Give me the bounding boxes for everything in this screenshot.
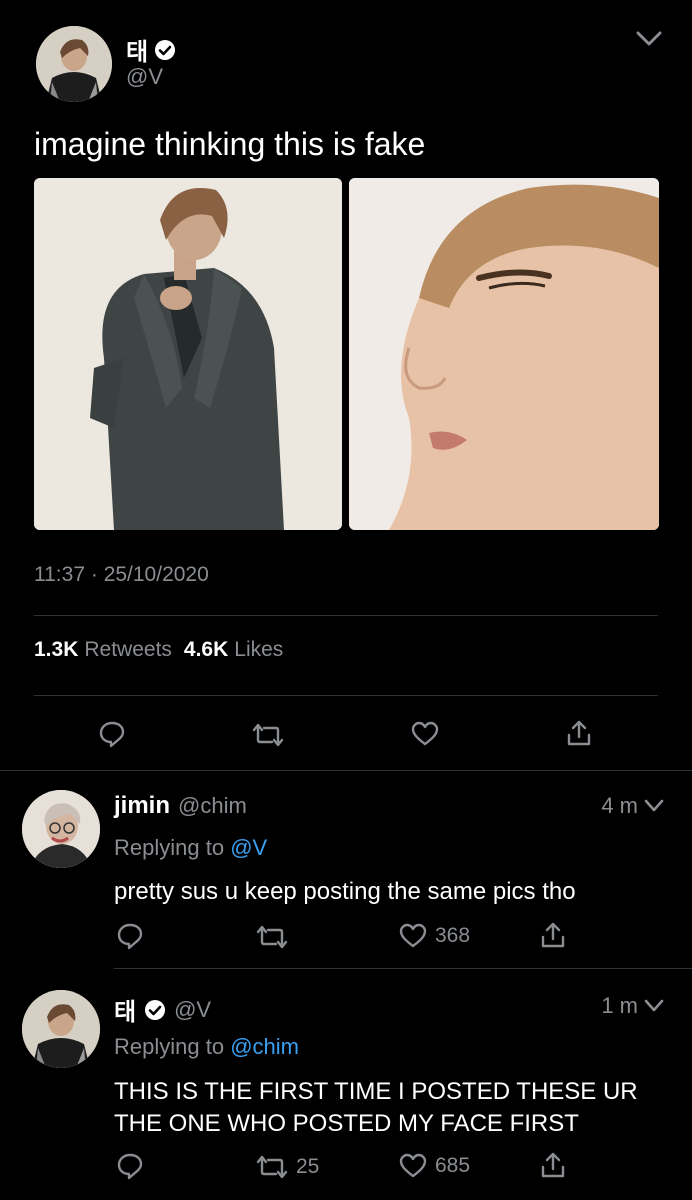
heart-icon (399, 1153, 427, 1178)
reply-avatar[interactable] (22, 790, 100, 868)
like-button[interactable]: 368 (399, 923, 470, 949)
share-button[interactable] (566, 719, 592, 747)
reply-text: pretty sus u keep posting the same pics … (114, 878, 576, 905)
share-icon (541, 1152, 565, 1178)
timestamp-separator: · (90, 563, 98, 586)
like-count: 685 (435, 1154, 471, 1177)
heart-icon (399, 923, 427, 948)
author-handle[interactable]: @V (126, 64, 163, 90)
verified-badge-icon (144, 999, 166, 1021)
retweets-label: Retweets (84, 638, 172, 661)
replying-prefix: Replying to (114, 835, 225, 860)
reply-button[interactable] (116, 1152, 144, 1180)
reply-text-line: THIS IS THE FIRST TIME I POSTED THESE UR (114, 1078, 638, 1105)
heart-icon (411, 721, 439, 746)
likes-label: Likes (234, 638, 284, 661)
retweets-count: 1.3K (34, 638, 79, 661)
divider (0, 770, 692, 771)
replying-to-link[interactable]: @V (230, 835, 267, 860)
likes-stat[interactable]: 4.6K Likes (184, 638, 283, 662)
share-icon (567, 720, 591, 746)
reply-age: 4 m (601, 793, 638, 818)
reply-handle[interactable]: @chim (178, 793, 247, 819)
share-icon (541, 922, 565, 948)
retweet-icon (252, 723, 284, 747)
divider (34, 615, 658, 616)
reply-display-name[interactable]: jimin (114, 792, 170, 820)
author-avatar[interactable] (36, 26, 112, 102)
tweet-photo-suit[interactable] (34, 178, 342, 530)
reply-icon (117, 923, 143, 950)
divider (34, 695, 658, 696)
replying-to-link[interactable]: @chim (230, 1034, 299, 1059)
retweet-button[interactable]: 25 (256, 1154, 319, 1180)
reply-text: THIS IS THE FIRST TIME I POSTED THESE UR… (114, 1076, 638, 1140)
divider (114, 968, 692, 969)
reply-display-name[interactable]: 태 (114, 992, 136, 1027)
like-button[interactable]: 685 (399, 1153, 470, 1179)
share-button[interactable] (540, 921, 566, 949)
retweet-button[interactable] (256, 924, 288, 950)
reply-text-line: THE ONE WHO POSTED MY FACE FIRST (114, 1110, 579, 1137)
share-button[interactable] (540, 1151, 566, 1179)
replying-prefix: Replying to (114, 1034, 225, 1059)
verified-badge-icon (154, 39, 176, 61)
reply-icon (117, 1153, 143, 1180)
reply-age: 1 m (601, 993, 638, 1018)
tweet-time: 11:37 (34, 563, 85, 586)
retweets-stat[interactable]: 1.3K Retweets (34, 638, 172, 662)
retweet-count: 25 (296, 1155, 320, 1178)
reply-icon (99, 721, 125, 748)
chevron-down-icon[interactable] (644, 799, 664, 813)
retweet-icon (256, 1155, 288, 1179)
tweet-text: imagine thinking this is fake (34, 126, 426, 162)
reply-button[interactable] (116, 922, 144, 950)
like-button[interactable] (411, 721, 439, 747)
chevron-down-icon[interactable] (636, 30, 662, 53)
retweet-icon (256, 925, 288, 949)
likes-count: 4.6K (183, 638, 229, 661)
reply-handle[interactable]: @V (174, 997, 211, 1023)
reply-button[interactable] (98, 720, 126, 748)
tweet-photo-profile[interactable] (349, 178, 659, 530)
reply-avatar[interactable] (22, 990, 100, 1068)
tweet-timestamp[interactable]: 11:37 · 25/10/2020 (34, 563, 209, 587)
tweet-date: 25/10/2020 (103, 563, 209, 586)
retweet-button[interactable] (252, 722, 284, 748)
author-display-name[interactable]: 태 (126, 32, 148, 67)
chevron-down-icon[interactable] (644, 999, 664, 1013)
like-count: 368 (435, 924, 471, 947)
